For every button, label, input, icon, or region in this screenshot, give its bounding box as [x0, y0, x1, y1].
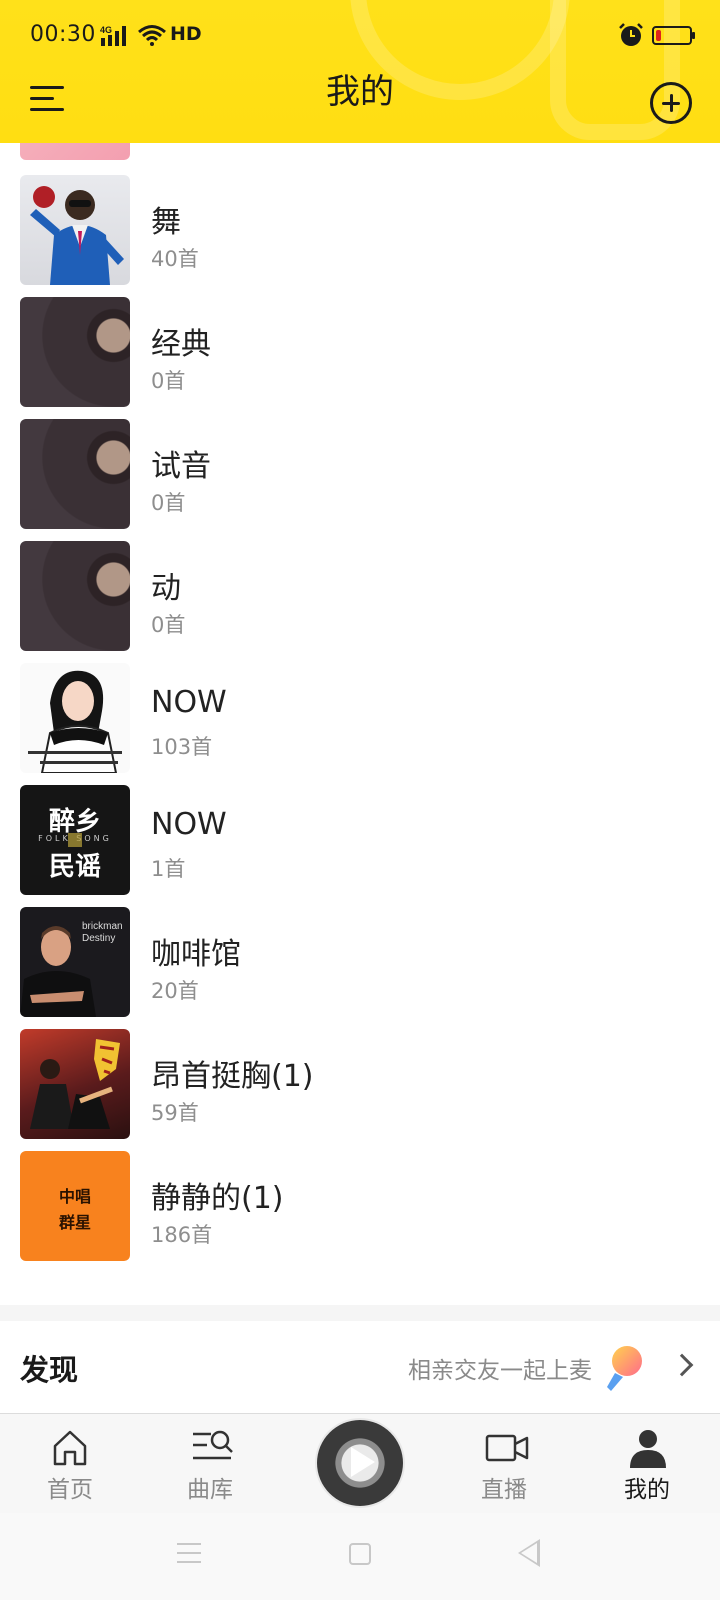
playlist-count: 103首: [151, 735, 213, 759]
discover-section[interactable]: 发现 相亲交友一起上麦: [0, 1321, 720, 1413]
playlist-list: 舞 40首 经典 0首 试音 0首 动 0首 NOW 103首 醉乡 FOLK …: [0, 143, 720, 1305]
vinyl-cover: [20, 419, 130, 529]
system-nav-bar: [0, 1513, 720, 1600]
battery-level: [656, 30, 661, 41]
status-bar: 00:30 4G HD: [0, 0, 720, 72]
cover-text: 群星: [58, 1213, 91, 1232]
singer-image: [28, 670, 122, 773]
vinyl-cover: [20, 541, 130, 651]
playlist-cover: [20, 143, 130, 160]
status-time: 00:30: [30, 22, 96, 47]
playlist-count: 186首: [151, 1223, 213, 1247]
playlist-item[interactable]: 动 0首: [0, 541, 720, 651]
playlist-title: 舞: [151, 205, 181, 240]
alarm-icon: [619, 23, 643, 46]
nav-mine[interactable]: 我的: [587, 1414, 707, 1514]
nav-live[interactable]: 直播: [444, 1414, 564, 1514]
page-title: 我的: [326, 72, 394, 112]
playlist-count: 59首: [151, 1101, 199, 1125]
playlist-item[interactable]: 经典 0首: [0, 297, 720, 407]
chevron-right-icon[interactable]: [670, 1353, 694, 1377]
playlist-item[interactable]: 舞 40首: [0, 175, 720, 285]
playlist-title: 动: [151, 571, 181, 606]
playlist-cover: brickman Destiny: [20, 907, 130, 1017]
playlist-cover: [20, 663, 130, 773]
app-header: 00:30 4G HD 我的: [0, 0, 720, 143]
nav-home[interactable]: 首页: [10, 1414, 130, 1514]
hd-label: HD: [170, 23, 202, 45]
vinyl-cover: [20, 297, 130, 407]
playlist-title: NOW: [151, 685, 227, 720]
bottom-nav: 首页 曲库 直播 我的: [0, 1413, 720, 1513]
nav-library[interactable]: 曲库: [150, 1414, 270, 1514]
playlist-cover: 醉乡 FOLK SONG 民谣: [20, 785, 130, 895]
nav-label: 直播: [481, 1477, 527, 1503]
network-type: 4G: [100, 25, 112, 35]
cover-text: brickman: [82, 921, 123, 932]
movie-poster-image: [30, 1039, 120, 1129]
microphone-icon: [607, 1346, 642, 1391]
playlist-title: 昂首挺胸(1): [151, 1059, 314, 1094]
signal-icon: 4G: [100, 25, 126, 46]
nav-label: 曲库: [187, 1477, 233, 1503]
wifi-icon: [138, 25, 166, 46]
playlist-title: 咖啡馆: [151, 937, 241, 972]
cover-text: 中唱: [58, 1187, 91, 1206]
discover-subtitle[interactable]: 相亲交友一起上麦: [408, 1351, 592, 1385]
playlist-item[interactable]: 昂首挺胸(1) 59首: [0, 1029, 720, 1139]
playlist-count: 1首: [151, 857, 186, 881]
playlist-item[interactable]: 中唱 群星 静静的(1) 186首: [0, 1151, 720, 1261]
cover-text: 民谣: [48, 852, 101, 882]
playlist-count: 20首: [151, 979, 199, 1003]
home-icon: [53, 1430, 87, 1466]
play-icon: [351, 1447, 375, 1477]
playlist-title: 试音: [151, 449, 211, 484]
playlist-count: 0首: [151, 613, 186, 637]
playlist-item[interactable]: NOW 103首: [0, 663, 720, 773]
playlist-count: 0首: [151, 491, 186, 515]
now-playing-disc[interactable]: [317, 1420, 403, 1506]
battery-icon: [652, 26, 695, 45]
playlist-count: 40首: [151, 247, 199, 271]
nav-label: 首页: [47, 1477, 93, 1503]
cover-text: Destiny: [82, 933, 116, 944]
playlist-item[interactable]: 试音 0首: [0, 419, 720, 529]
playlist-title: 静静的(1): [151, 1181, 284, 1216]
playlist-count: 0首: [151, 369, 186, 393]
section-divider: [0, 1305, 720, 1321]
home-square-icon[interactable]: [349, 1543, 371, 1565]
discover-title: 发现: [20, 1353, 79, 1387]
playlist-cover: 中唱 群星: [20, 1151, 130, 1261]
user-icon: [630, 1430, 666, 1468]
nav-label: 我的: [624, 1477, 670, 1503]
library-search-icon: [193, 1430, 233, 1460]
playlist-item[interactable]: 醉乡 FOLK SONG 民谣 NOW 1首: [0, 785, 720, 895]
playlist-item[interactable]: [0, 143, 720, 160]
video-camera-icon: [485, 1434, 529, 1462]
dancer-image: [30, 186, 124, 285]
playlist-cover: [20, 1029, 130, 1139]
playlist-title: 经典: [151, 327, 211, 362]
playlist-title: NOW: [151, 807, 227, 842]
playlist-item[interactable]: brickman Destiny 咖啡馆 20首: [0, 907, 720, 1017]
playlist-cover: [20, 175, 130, 285]
recent-apps-icon[interactable]: [177, 1543, 201, 1563]
add-circle-icon[interactable]: [650, 82, 692, 124]
back-triangle-icon[interactable]: [518, 1539, 540, 1567]
